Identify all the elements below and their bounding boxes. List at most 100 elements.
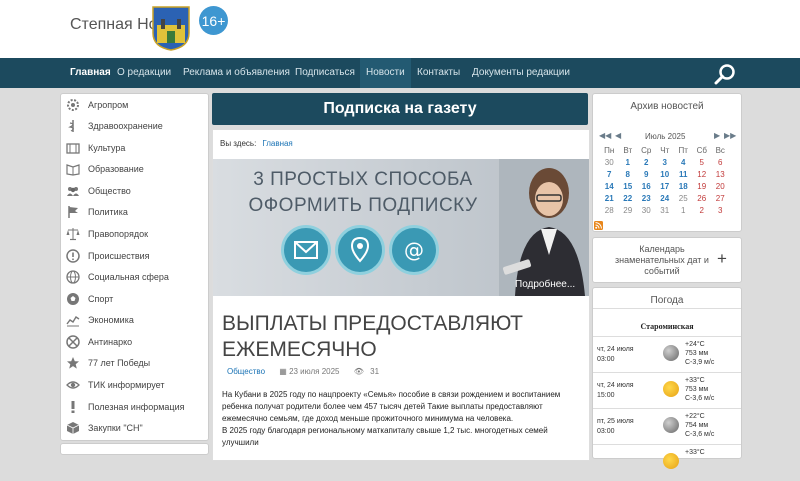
prev-year-icon[interactable]: ◀◀ bbox=[599, 131, 611, 140]
page-title: Подписка на газету bbox=[212, 93, 588, 125]
banner-more-link[interactable]: Подробнее... bbox=[515, 279, 575, 290]
calendar-day[interactable]: 11 bbox=[674, 168, 693, 180]
weather-data: +24°C 753 мм С-3,9 м/с bbox=[685, 340, 714, 367]
calendar-day: 26 bbox=[697, 193, 707, 203]
weather-pressure: 753 мм bbox=[685, 386, 709, 393]
moon-cloud-icon bbox=[663, 345, 679, 361]
main-nav: Главная О редакции Реклама и объявления … bbox=[0, 58, 800, 88]
nav-item-news[interactable]: Новости bbox=[360, 58, 411, 88]
subscription-banner[interactable]: 3 ПРОСТЫХ СПОСОБА ОФОРМИТЬ ПОДПИСКУ @ По… bbox=[213, 159, 589, 296]
search-icon[interactable] bbox=[714, 63, 736, 85]
weather-day: пт, 25 июля bbox=[597, 418, 634, 425]
weather-row: пт, 25 июля 03:00 +22°C 754 мм С-3,6 м/с bbox=[593, 408, 741, 445]
sidebar-item-purchases[interactable]: Закупки "СН" bbox=[61, 418, 208, 439]
coat-of-arms-logo[interactable] bbox=[151, 5, 191, 51]
weather-pressure: 753 мм bbox=[685, 350, 709, 357]
calendar-day[interactable]: 18 bbox=[674, 180, 693, 192]
sidebar-item-victory[interactable]: 77 лет Победы bbox=[61, 353, 208, 374]
expand-icon[interactable]: + bbox=[717, 249, 727, 269]
sidebar-item-education[interactable]: Образование bbox=[61, 159, 208, 180]
sidebar-item-sport[interactable]: Спорт bbox=[61, 289, 208, 310]
calendar-day[interactable]: 13 bbox=[711, 168, 730, 180]
sidebar-item-politics[interactable]: Политика bbox=[61, 202, 208, 223]
sidebar-item-label: Антинарко bbox=[88, 337, 133, 347]
sidebar-item-economy[interactable]: Экономика bbox=[61, 310, 208, 331]
calendar-day[interactable]: 12 bbox=[693, 168, 712, 180]
rss-icon[interactable] bbox=[594, 221, 603, 230]
calendar-day[interactable]: 16 bbox=[637, 180, 656, 192]
chart-icon bbox=[66, 316, 80, 327]
calendar-day[interactable]: 1 bbox=[619, 156, 638, 168]
nav-item-about[interactable]: О редакции bbox=[117, 58, 171, 88]
calendar-day[interactable]: 6 bbox=[711, 156, 730, 168]
nav-item-home[interactable]: Главная bbox=[70, 58, 111, 88]
calendar-day[interactable]: 10 bbox=[656, 168, 675, 180]
banner-line-2: ОФОРМИТЬ ПОДПИСКУ bbox=[248, 195, 478, 216]
at-sign-icon: @ bbox=[389, 225, 439, 275]
sidebar-item-useful-info[interactable]: Полезная информация bbox=[61, 397, 208, 418]
breadcrumb: Вы здесь: Главная bbox=[220, 139, 293, 148]
sidebar-item-social[interactable]: Социальная сфера bbox=[61, 267, 208, 288]
weather-row: чт, 24 июля 15:00 +33°C 753 мм С-3,6 м/с bbox=[593, 372, 741, 409]
calendar-day[interactable]: 14 bbox=[600, 180, 619, 192]
site-header: Степная Новь 16+ bbox=[0, 0, 800, 58]
calendar-day[interactable]: 17 bbox=[656, 180, 675, 192]
theater-icon bbox=[66, 143, 80, 154]
sidebar-item-culture[interactable]: Культура bbox=[61, 138, 208, 159]
calendar-day[interactable]: 15 bbox=[619, 180, 638, 192]
calendar-day[interactable]: 21 bbox=[600, 192, 619, 204]
calendar-day[interactable]: 5 bbox=[693, 156, 712, 168]
sidebar-item-health[interactable]: Здравоохранение bbox=[61, 116, 208, 137]
next-year-icon[interactable]: ▶▶ bbox=[724, 131, 736, 140]
nav-item-ads[interactable]: Реклама и объявления bbox=[183, 58, 290, 88]
calendar-day: 30 bbox=[604, 157, 614, 167]
nav-item-documents[interactable]: Документы редакции bbox=[472, 58, 570, 88]
calendar-day[interactable]: 2 bbox=[637, 156, 656, 168]
gear-icon bbox=[67, 99, 79, 111]
weather-data: +33°C bbox=[685, 448, 705, 457]
sidebar-item-antinarco[interactable]: Антинарко bbox=[61, 332, 208, 353]
calendar-icon: ▦ bbox=[279, 367, 287, 376]
sidebar-item-label: Спорт bbox=[88, 294, 114, 304]
sidebar-item-incidents[interactable]: Происшествия bbox=[61, 246, 208, 267]
weather-temp: +33°C bbox=[685, 449, 705, 456]
weekday-label: Пт bbox=[678, 145, 688, 155]
medical-icon bbox=[68, 120, 74, 132]
sidebar-item-tik[interactable]: ТИК информирует bbox=[61, 375, 208, 396]
article-category-link[interactable]: Общество bbox=[227, 367, 265, 376]
book-icon bbox=[66, 164, 80, 176]
calendar-day[interactable]: 24 bbox=[656, 192, 675, 204]
sidebar-item-label: Социальная сфера bbox=[88, 272, 169, 282]
calendar-day[interactable]: 19 bbox=[693, 180, 712, 192]
weekday-label: Вт bbox=[623, 145, 633, 155]
next-month-icon[interactable]: ▶ bbox=[714, 131, 720, 140]
breadcrumb-home-link[interactable]: Главная bbox=[262, 139, 292, 148]
sidebar-item-label: Здравоохранение bbox=[88, 121, 163, 131]
moon-cloud-icon bbox=[663, 417, 679, 433]
weather-hour: 15:00 bbox=[597, 392, 615, 399]
article-title[interactable]: ВЫПЛАТЫ ПРЕДОСТАВЛЯЮТ ЕЖЕМЕСЯЧНО bbox=[222, 311, 562, 363]
calendar-day[interactable]: 4 bbox=[674, 156, 693, 168]
sidebar-item-label: Происшествия bbox=[88, 251, 150, 261]
category-sidebar: Агропром Здравоохранение Культура Образо… bbox=[60, 93, 209, 441]
calendar-day[interactable]: 8 bbox=[619, 168, 638, 180]
weekday-label: Ср bbox=[641, 145, 652, 155]
sidebar-item-law[interactable]: Правопорядок bbox=[61, 224, 208, 245]
sun-cloud-icon bbox=[663, 453, 679, 469]
weekday-label: Вс bbox=[715, 145, 725, 155]
calendar-day: 3 bbox=[718, 205, 723, 215]
sidebar-item-agroprom[interactable]: Агропром bbox=[61, 95, 208, 116]
calendar-day[interactable]: 9 bbox=[637, 168, 656, 180]
calendar-day[interactable]: 7 bbox=[600, 168, 619, 180]
events-calendar-panel[interactable]: Календарь знаменательных дат и событий + bbox=[592, 237, 742, 283]
calendar-day[interactable]: 3 bbox=[656, 156, 675, 168]
nav-item-subscribe[interactable]: Подписаться bbox=[295, 58, 355, 88]
calendar-day[interactable]: 23 bbox=[637, 192, 656, 204]
banner-line-1: 3 ПРОСТЫХ СПОСОБА bbox=[253, 169, 473, 190]
prev-month-icon[interactable]: ◀ bbox=[615, 131, 621, 140]
calendar-day[interactable]: 20 bbox=[711, 180, 730, 192]
calendar-day[interactable]: 22 bbox=[619, 192, 638, 204]
nav-item-contacts[interactable]: Контакты bbox=[417, 58, 460, 88]
weekday-label: Пн bbox=[604, 145, 615, 155]
sidebar-item-society[interactable]: Общество bbox=[61, 181, 208, 202]
